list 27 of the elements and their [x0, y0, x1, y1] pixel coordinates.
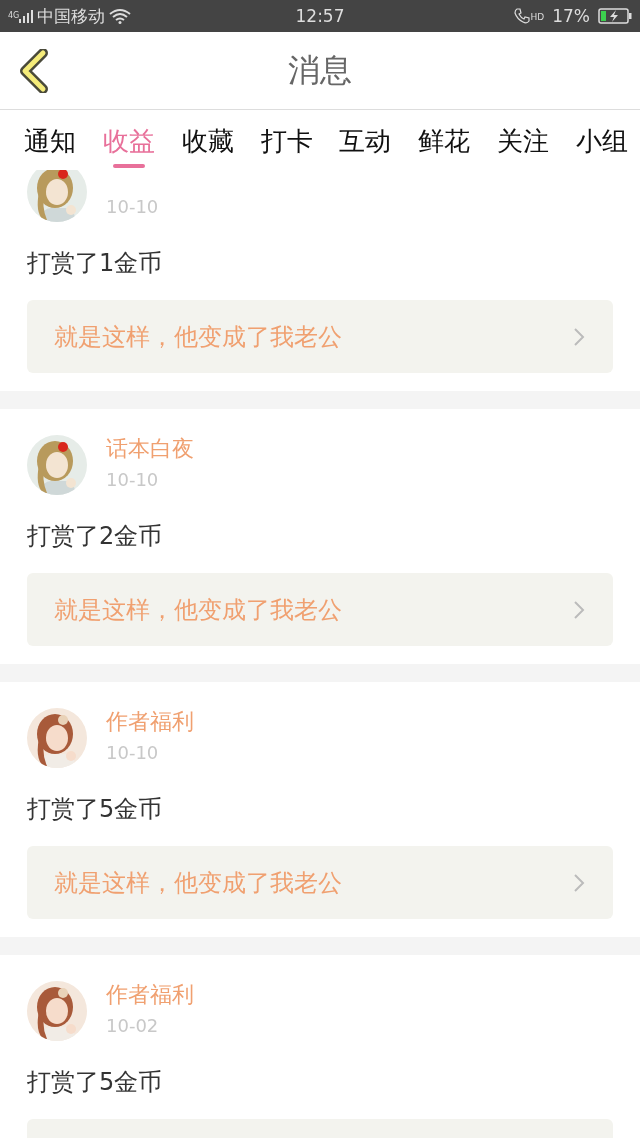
clock: 12:57	[295, 6, 345, 26]
sender-name: 作者福利	[106, 708, 194, 736]
hd-label: HD	[530, 12, 545, 22]
sender-name: 话本白夜	[106, 435, 194, 463]
tab[interactable]: 关注	[497, 110, 550, 170]
wifi-icon	[109, 8, 132, 24]
message-text: 打赏了5金币	[27, 1067, 164, 1098]
message-text: 打赏了1金币	[27, 248, 164, 279]
signal-icon	[19, 9, 34, 23]
tab[interactable]: 鲜花	[418, 110, 471, 170]
tab[interactable]: 收藏	[181, 110, 234, 170]
message-text: 打赏了5金币	[27, 794, 164, 825]
tab[interactable]: 小组	[575, 110, 628, 170]
tab[interactable]: 通知	[24, 110, 76, 170]
page-title: 消息	[288, 49, 352, 91]
chevron-right-icon	[573, 599, 585, 620]
carrier-name: 中国移动	[37, 4, 106, 28]
battery-level: 17%	[552, 6, 590, 26]
sender-name: 作者福利	[106, 981, 194, 1009]
message-text: 打赏了2金币	[27, 521, 164, 552]
chevron-right-icon	[573, 326, 585, 347]
network-type: 4G	[8, 10, 20, 20]
back-icon[interactable]	[17, 49, 49, 93]
tab[interactable]: 打卡	[260, 110, 313, 170]
chevron-right-icon	[573, 872, 585, 893]
phone-icon	[513, 8, 530, 24]
tab[interactable]: 互动	[339, 110, 392, 170]
